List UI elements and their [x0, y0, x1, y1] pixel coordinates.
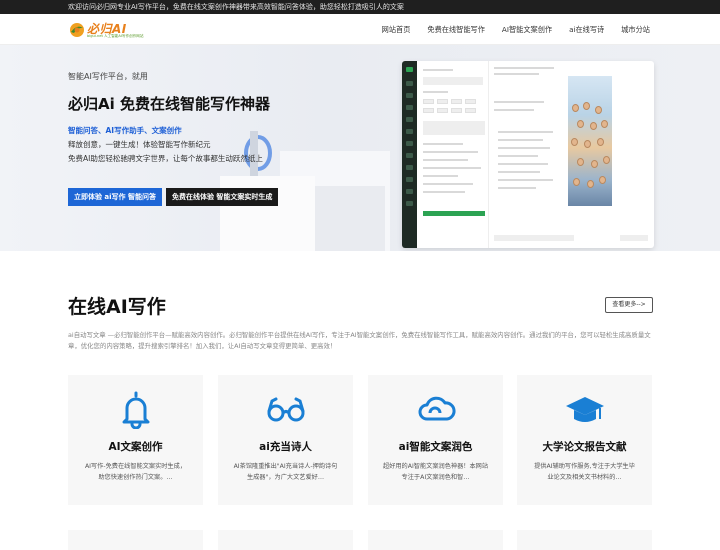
nav-copywriting[interactable]: AI智能文案创作: [502, 25, 552, 35]
hero-title: 必归Ai 免费在线智能写作神器: [68, 95, 270, 113]
hero-line-1: 释放创意，一键生成！体验智能写作新纪元: [68, 140, 211, 149]
card-row-2: [218, 530, 353, 550]
try-writing-button[interactable]: 立即体验 ai写作 智能问答: [68, 188, 162, 206]
card-row-2: [517, 530, 652, 550]
nav-free-writing[interactable]: 免费在线智能写作: [427, 25, 485, 35]
preview-sidebar: [402, 61, 417, 248]
card-ai-copywriting[interactable]: AI文案创作 AI写作-免费在线智能文案实时生成，助您快速创作热门文案。…: [68, 375, 203, 505]
site-header: 必归AI bigui.net 人工智能AI写作创作网站 网站首页 免费在线智能写…: [0, 14, 720, 45]
top-announcement-bar: 欢迎访问必归网专业AI写作平台，免费在线文案创作神器带来高效智能问答体验，助您轻…: [0, 0, 720, 14]
preview-settings-panel: [419, 61, 489, 248]
section-title: 在线AI写作: [68, 296, 166, 318]
try-copywriting-button[interactable]: 免费在线体验 智能文案实时生成: [166, 188, 279, 206]
cloud-icon: [418, 396, 456, 421]
card-row-2: [68, 530, 203, 550]
nav-poetry[interactable]: ai在线写诗: [569, 25, 604, 35]
logo-tagline: bigui.net 人工智能AI写作创作网站: [87, 34, 144, 38]
preview-output-area: [490, 61, 654, 248]
view-more-button[interactable]: 查看更多-->: [605, 297, 653, 313]
card-text: AI茶馆隆重推出"AI充当诗人-押韵诗句生成器"，为广大文艺爱好…: [233, 463, 338, 481]
card-thesis-report[interactable]: 大学论文报告文献 提供AI辅助写作服务,专注于大学生毕业论文及相关文书材料的…: [517, 375, 652, 505]
hero-banner: 智能AI写作平台，就用 必归Ai 免费在线智能写作神器 智能问答、AI写作助手、…: [0, 45, 720, 251]
card-ai-poet[interactable]: ai充当诗人 AI茶馆隆重推出"AI充当诗人-押韵诗句生成器"，为广大文艺爱好…: [218, 375, 353, 505]
app-preview-screenshot: [402, 61, 654, 248]
nav-home[interactable]: 网站首页: [382, 25, 411, 35]
card-text: AI写作-免费在线智能文案实时生成，助您快速创作热门文案。…: [84, 463, 187, 481]
card-text: 超好用的AI智能文案润色神器！本网站专注于AI文案润色和智…: [382, 463, 489, 481]
bell-icon: [122, 391, 150, 429]
main-nav: 网站首页 免费在线智能写作 AI智能文案创作 ai在线写诗 城市分站: [382, 14, 650, 45]
card-title: ai充当诗人: [259, 441, 312, 453]
nav-city-sites[interactable]: 城市分站: [621, 25, 650, 35]
logo-swirl-icon: [70, 23, 84, 37]
glasses-icon: [267, 397, 305, 422]
card-text: 提供AI辅助写作服务,专注于大学生毕业论文及相关文书材料的…: [534, 463, 635, 481]
card-title: ai智能文案润色: [398, 441, 473, 453]
announcement-text: 欢迎访问必归网专业AI写作平台，免费在线文案创作神器带来高效智能问答体验，助您轻…: [68, 3, 404, 11]
section-description: ai自动写文章 —必归智能创作平台—赋能高效内容创作。必归智能创作平台提供在线A…: [68, 331, 651, 350]
hero-tagline: 智能AI写作平台，就用: [68, 72, 148, 81]
card-title: 大学论文报告文献: [542, 441, 627, 453]
hero-line-2: 免费AI助您轻松驰骋文字世界，让每个故事都生动跃然纸上: [68, 154, 263, 163]
hero-features: 智能问答、AI写作助手、文案创作: [68, 126, 182, 135]
card-title: AI文案创作: [108, 441, 163, 453]
card-row-2: [368, 530, 503, 550]
site-logo[interactable]: 必归AI bigui.net 人工智能AI写作创作网站: [68, 20, 143, 40]
graduation-cap-icon: [566, 397, 604, 422]
preview-portrait-image: [568, 76, 612, 206]
card-ai-polish[interactable]: ai智能文案润色 超好用的AI智能文案润色神器！本网站专注于AI文案润色和智…: [368, 375, 503, 505]
